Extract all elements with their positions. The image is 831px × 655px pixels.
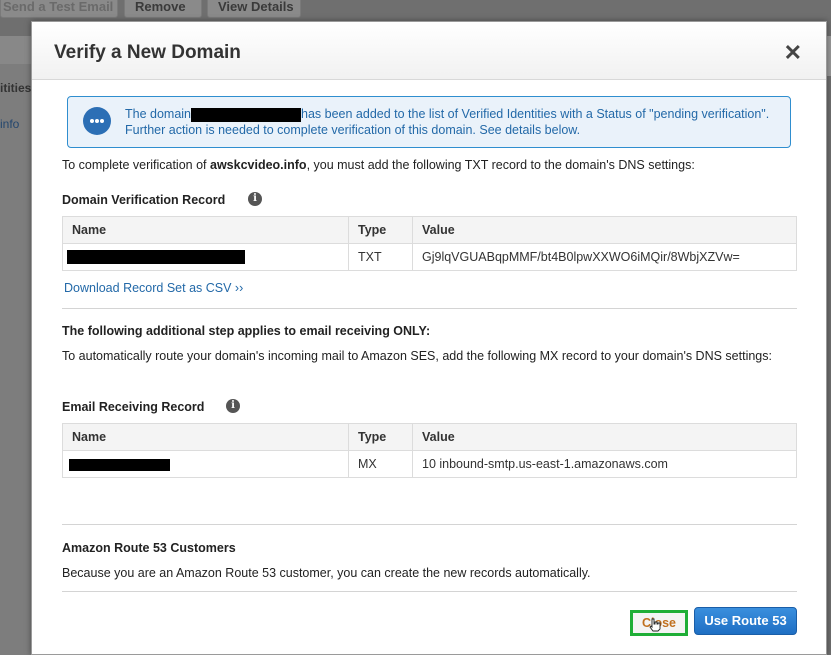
domain-verification-table: Name Type Value TXT Gj9lqVGUABqpMMF/bt4B… bbox=[62, 216, 797, 271]
record-name-cell bbox=[62, 450, 349, 478]
txt-intro-before: To complete verification of bbox=[62, 158, 210, 172]
info-text-before: The domain bbox=[125, 107, 192, 121]
column-header-type: Type bbox=[348, 423, 413, 451]
record-value-cell: Gj9lqVGUABqpMMF/bt4B0lpwXXWO6iMQir/8WbjX… bbox=[412, 243, 797, 271]
redacted-name bbox=[69, 458, 170, 471]
send-test-email-button[interactable]: Send a Test Email bbox=[0, 0, 118, 18]
route53-text: Because you are an Amazon Route 53 custo… bbox=[62, 566, 591, 580]
record-value-cell: 10 inbound-smtp.us-east-1.amazonaws.com bbox=[412, 450, 797, 478]
column-header-name: Name bbox=[62, 423, 349, 451]
sidebar-item-domain[interactable]: info bbox=[0, 117, 19, 131]
divider bbox=[62, 308, 797, 309]
txt-intro: To complete verification of awskcvideo.i… bbox=[62, 157, 695, 173]
download-csv-link[interactable]: Download Record Set as CSV ›› bbox=[64, 281, 243, 295]
column-header-name: Name bbox=[62, 216, 349, 244]
view-details-button[interactable]: View Details bbox=[207, 0, 301, 18]
column-header-value: Value bbox=[412, 216, 797, 244]
route53-heading: Amazon Route 53 Customers bbox=[62, 541, 236, 555]
divider bbox=[62, 524, 797, 525]
sidebar-item-identities[interactable]: itities bbox=[0, 81, 31, 95]
column-header-value: Value bbox=[412, 423, 797, 451]
email-step-text: To automatically route your domain's inc… bbox=[62, 349, 772, 363]
email-step-heading: The following additional step applies to… bbox=[62, 324, 431, 338]
info-message: The domain has been added to the list of … bbox=[125, 106, 775, 138]
background-sidebar-strip bbox=[0, 36, 32, 64]
record-name-cell bbox=[62, 243, 349, 271]
remove-button[interactable]: Remove bbox=[124, 0, 202, 18]
dialog-header: Verify a New Domain ✕ bbox=[32, 22, 826, 80]
table-row: MX 10 inbound-smtp.us-east-1.amazonaws.c… bbox=[62, 450, 797, 478]
background-toolbar: Send a Test Email Remove View Details bbox=[0, 0, 831, 20]
close-icon[interactable]: ✕ bbox=[784, 42, 802, 64]
dialog-title: Verify a New Domain bbox=[54, 42, 241, 63]
email-receiving-table: Name Type Value MX 10 inbound-smtp.us-ea… bbox=[62, 423, 797, 478]
use-route53-button[interactable]: Use Route 53 bbox=[694, 607, 797, 635]
info-icon[interactable]: i bbox=[226, 399, 240, 413]
redacted-domain bbox=[191, 107, 302, 122]
verify-domain-dialog: Verify a New Domain ✕ The domain has been… bbox=[31, 21, 827, 655]
redacted-name bbox=[67, 250, 245, 265]
table-header-row: Name Type Value bbox=[62, 423, 797, 451]
background-edge bbox=[827, 36, 831, 76]
column-header-type: Type bbox=[348, 216, 413, 244]
table-row: TXT Gj9lqVGUABqpMMF/bt4B0lpwXXWO6iMQir/8… bbox=[62, 243, 797, 271]
txt-intro-after: , you must add the following TXT record … bbox=[306, 158, 695, 172]
info-icon[interactable]: i bbox=[248, 192, 262, 206]
table-header-row: Name Type Value bbox=[62, 216, 797, 244]
record-type-cell: MX bbox=[348, 450, 413, 478]
divider bbox=[62, 591, 797, 592]
txt-intro-domain: awskcvideo.info bbox=[210, 158, 307, 172]
chat-bubble-icon bbox=[83, 107, 111, 135]
info-banner: The domain has been added to the list of … bbox=[67, 96, 791, 148]
domain-verification-label: Domain Verification Record bbox=[62, 193, 226, 207]
hand-cursor-icon bbox=[649, 618, 661, 632]
record-type-cell: TXT bbox=[348, 243, 413, 271]
email-receiving-label: Email Receiving Record bbox=[62, 400, 205, 414]
